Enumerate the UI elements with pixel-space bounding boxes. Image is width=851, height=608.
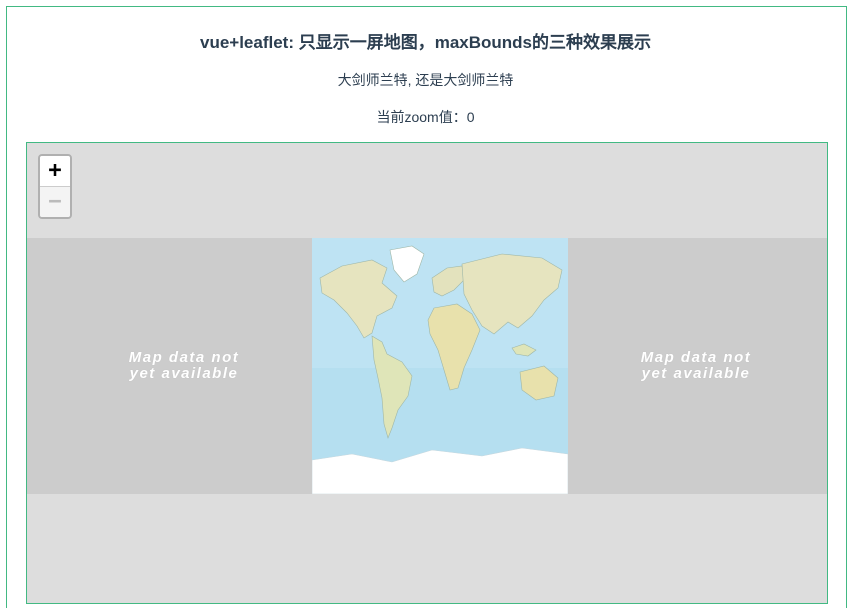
page-subtitle: 大剑师兰特, 还是大剑师兰特 [337, 72, 514, 88]
unavailable-tile-right: Map data not yet available [568, 238, 824, 494]
zoom-level-readout: 当前zoom值：0 [376, 109, 475, 125]
map-container[interactable]: Map data not yet available Map data not … [26, 142, 828, 604]
world-map-image [312, 238, 568, 494]
page-title: vue+leaflet: 只显示一屏地图，maxBounds的三种效果展示 [199, 33, 652, 52]
unavailable-tile-left: Map data not yet available [56, 238, 312, 494]
unavailable-text-right: Map data not yet available [640, 349, 752, 382]
world-map-tile [312, 238, 568, 494]
zoom-out-button[interactable]: − [40, 187, 70, 217]
tile-row: Map data not yet available Map data not … [27, 238, 827, 494]
unavailable-text-left: Map data not yet available [128, 349, 240, 382]
zoom-in-button[interactable]: + [40, 156, 70, 187]
zoom-control: + − [38, 154, 72, 219]
